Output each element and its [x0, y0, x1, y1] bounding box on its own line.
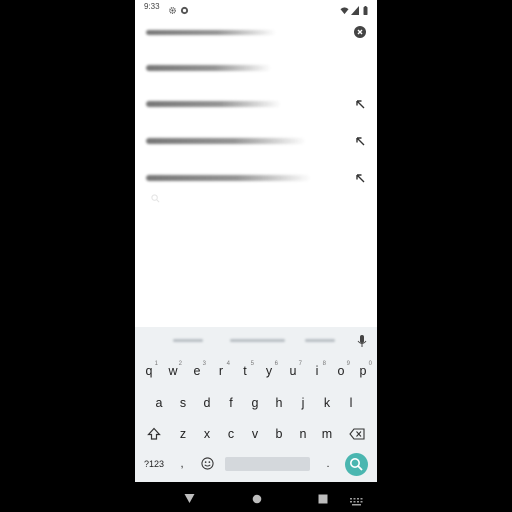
history-row[interactable] [135, 127, 377, 155]
backspace-icon [349, 428, 365, 440]
emoji-icon [200, 457, 214, 470]
arrow-up-left-icon[interactable] [355, 173, 367, 185]
emoji-key[interactable] [198, 453, 216, 475]
shift-key[interactable] [145, 423, 163, 445]
key-s[interactable]: s [173, 392, 193, 414]
clear-icon[interactable] [354, 26, 366, 38]
gear-icon [168, 2, 177, 14]
suggestion-item[interactable] [173, 339, 203, 342]
key-z[interactable]: z [173, 423, 193, 445]
keyboard: q1 w2 e3 r4 t5 y6 u7 i8 o9 p0 a s d f g … [135, 354, 377, 482]
key-r[interactable]: r4 [211, 360, 231, 382]
key-k[interactable]: k [317, 392, 337, 414]
period-key[interactable]: . [321, 453, 335, 475]
circle-icon [180, 2, 189, 15]
home-icon[interactable] [252, 491, 262, 509]
history-row[interactable] [135, 164, 377, 192]
signal-icon [351, 2, 360, 15]
history-row-text [146, 101, 281, 107]
history-row-text [146, 175, 311, 181]
key-d[interactable]: d [197, 392, 217, 414]
key-y[interactable]: y6 [259, 360, 279, 382]
key-u[interactable]: u7 [283, 360, 303, 382]
key-g[interactable]: g [245, 392, 265, 414]
wifi-icon [340, 2, 349, 15]
key-l[interactable]: l [341, 392, 361, 414]
status-time: 9:33 [144, 2, 160, 11]
key-m[interactable]: m [317, 423, 337, 445]
keyboard-switch-icon[interactable] [350, 493, 363, 511]
key-j[interactable]: j [293, 392, 313, 414]
key-p[interactable]: p0 [353, 360, 373, 382]
search-input[interactable] [135, 18, 377, 46]
arrow-up-left-icon[interactable] [355, 136, 367, 148]
search-icon [151, 194, 163, 206]
arrow-up-left-icon[interactable] [355, 99, 367, 111]
history-row-text [146, 138, 306, 144]
key-t[interactable]: t5 [235, 360, 255, 382]
key-q[interactable]: q1 [139, 360, 159, 382]
suggestion-item[interactable] [230, 339, 285, 342]
key-w[interactable]: w2 [163, 360, 183, 382]
history-row-text [146, 65, 271, 71]
space-key[interactable] [225, 457, 310, 471]
battery-icon [363, 2, 368, 15]
history-row[interactable] [135, 54, 377, 82]
backspace-key[interactable] [347, 423, 367, 445]
back-icon[interactable] [184, 491, 195, 509]
symbols-key[interactable]: ?123 [140, 453, 168, 475]
status-bar: 9:33 [135, 0, 377, 15]
navigation-bar [135, 482, 377, 512]
search-icon [350, 458, 363, 471]
key-f[interactable]: f [221, 392, 241, 414]
key-v[interactable]: v [245, 423, 265, 445]
key-a[interactable]: a [149, 392, 169, 414]
shift-icon [147, 427, 161, 440]
key-e[interactable]: e3 [187, 360, 207, 382]
recents-icon[interactable] [318, 491, 328, 509]
search-query-text [146, 30, 276, 35]
phone-screen: 9:33 q 1 w 2 e 3 r 4 t 5 y 6 u 7 i 8 o 9… [135, 0, 377, 482]
history-row[interactable] [135, 90, 377, 118]
suggestion-item[interactable] [305, 339, 335, 342]
key-n[interactable]: n [293, 423, 313, 445]
search-enter-key[interactable] [345, 453, 368, 476]
suggestion-strip [135, 327, 377, 354]
comma-key[interactable]: , [175, 453, 189, 475]
key-c[interactable]: c [221, 423, 241, 445]
key-o[interactable]: o9 [331, 360, 351, 382]
key-b[interactable]: b [269, 423, 289, 445]
key-i[interactable]: i8 [307, 360, 327, 382]
key-h[interactable]: h [269, 392, 289, 414]
history-row-faded [135, 190, 377, 218]
mic-icon[interactable] [355, 334, 369, 348]
key-x[interactable]: x [197, 423, 217, 445]
